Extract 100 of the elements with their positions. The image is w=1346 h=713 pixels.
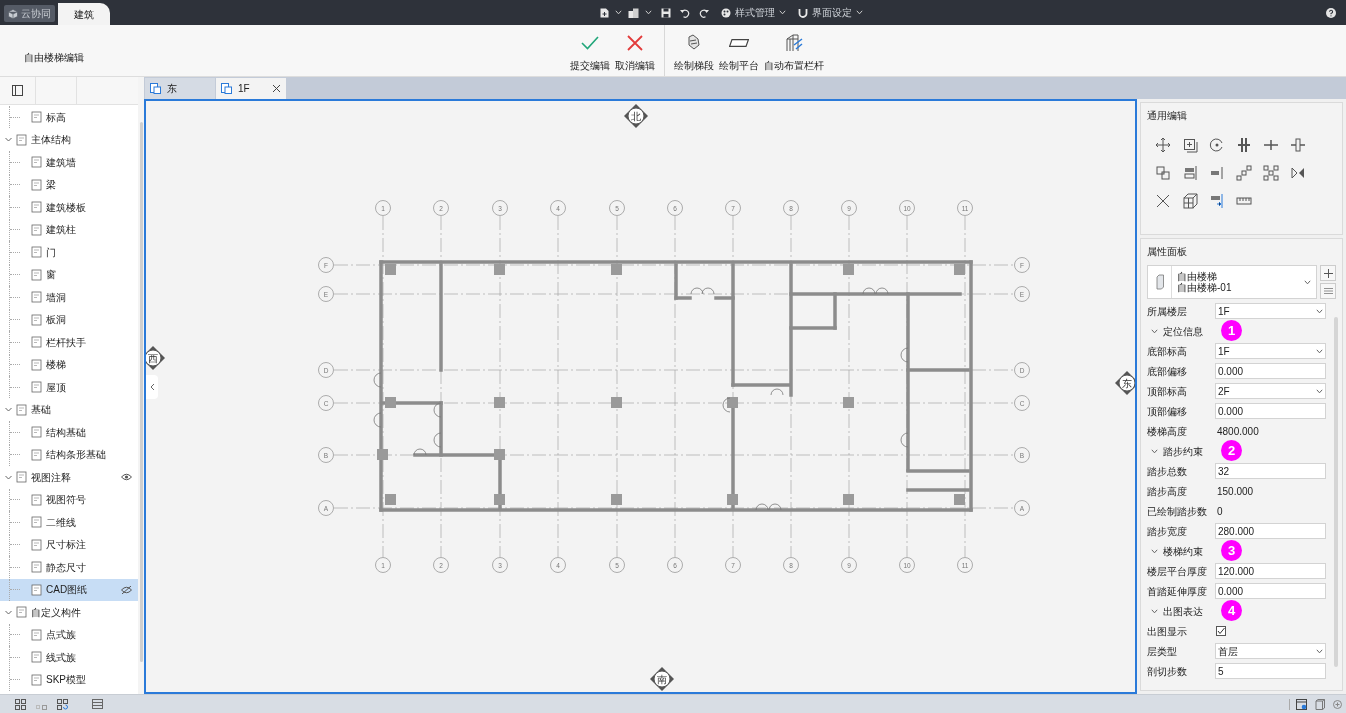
ribbon-button[interactable]: 取消编辑 xyxy=(614,29,656,73)
input-field[interactable]: 0.000 xyxy=(1215,403,1326,419)
tree-item[interactable]: 线式族 xyxy=(0,646,138,669)
section-header[interactable]: 出图表达 xyxy=(1147,603,1203,619)
number-badge: 1 xyxy=(1221,320,1242,341)
eye-icon[interactable] xyxy=(121,473,132,482)
view-direction-marker[interactable]: 北 xyxy=(624,104,648,128)
panel-toggle-icon[interactable] xyxy=(12,85,23,96)
close-icon[interactable] xyxy=(272,84,281,93)
rotate-icon[interactable] xyxy=(1209,137,1225,153)
table-icon[interactable] xyxy=(92,699,103,709)
buildings-icon[interactable] xyxy=(628,7,639,18)
grid-select-icon[interactable] xyxy=(15,698,26,710)
align-right-icon[interactable] xyxy=(1209,193,1225,209)
chevron-down-icon xyxy=(1151,448,1158,454)
top-tab[interactable]: 建筑 xyxy=(58,3,110,25)
tree-item[interactable]: 板洞 xyxy=(0,308,138,331)
edit-type-button[interactable] xyxy=(1320,283,1336,299)
tree-item[interactable]: 视图符号 xyxy=(0,488,138,511)
tree-item[interactable]: 尺寸标注 xyxy=(0,533,138,556)
eye-off-icon[interactable] xyxy=(121,585,132,594)
tree-item[interactable]: 栏杆扶手 xyxy=(0,331,138,354)
tree-item[interactable]: 标高 xyxy=(0,106,138,129)
tree-item[interactable]: 视图注释 xyxy=(0,466,138,489)
mirror-icon[interactable] xyxy=(1290,165,1306,181)
layer-icon xyxy=(31,381,42,394)
grid-refresh-icon[interactable] xyxy=(57,698,68,710)
view-direction-marker[interactable]: 西 xyxy=(146,346,165,370)
split-icon[interactable] xyxy=(1263,137,1279,153)
add-type-button[interactable] xyxy=(1320,265,1336,281)
array-icon[interactable] xyxy=(1236,165,1252,181)
section-header[interactable]: 定位信息 xyxy=(1147,323,1203,339)
tree-item[interactable]: 楼梯 xyxy=(0,353,138,376)
scrollbar[interactable] xyxy=(139,122,143,662)
grid-array-icon[interactable] xyxy=(1263,165,1279,181)
section-header[interactable]: 踏步约束 xyxy=(1147,443,1203,459)
input-field[interactable]: 280.000 xyxy=(1215,523,1326,539)
save-icon[interactable] xyxy=(661,7,671,18)
tree-item[interactable]: 基础 xyxy=(0,398,138,421)
cube-icon[interactable] xyxy=(1315,698,1325,710)
zoom-icon[interactable] xyxy=(1333,699,1342,709)
layer-icon xyxy=(31,246,42,259)
chevron-down-icon xyxy=(779,10,786,15)
align-icon[interactable] xyxy=(1182,165,1198,181)
redo-icon[interactable] xyxy=(699,7,709,18)
tree-item[interactable]: 结构基础 xyxy=(0,421,138,444)
layer-icon xyxy=(31,223,42,236)
wall-join-icon[interactable] xyxy=(1236,137,1252,153)
tree-item[interactable]: SKP模型 xyxy=(0,668,138,691)
tree-item[interactable]: 自定义构件 xyxy=(0,601,138,624)
tree-item[interactable]: 主体结构 xyxy=(0,128,138,151)
split-icon[interactable] xyxy=(1290,137,1306,153)
sliders-icon xyxy=(1323,287,1333,295)
tree-item[interactable]: 静态尺寸 xyxy=(0,556,138,579)
view-direction-marker[interactable]: 南 xyxy=(650,667,674,691)
tree-item[interactable]: 墙洞 xyxy=(0,286,138,309)
overlapping-squares-icon[interactable] xyxy=(1155,165,1171,181)
undo-icon[interactable] xyxy=(680,7,690,18)
type-selector[interactable]: 自由楼梯 自由楼梯-01 xyxy=(1147,265,1317,299)
property-label: 层类型 xyxy=(1147,644,1178,659)
tree-item[interactable]: 窗 xyxy=(0,263,138,286)
offset-icon[interactable] xyxy=(1209,165,1225,181)
checkbox[interactable] xyxy=(1216,626,1226,636)
tree-item[interactable]: 点式族 xyxy=(0,623,138,646)
top-tab[interactable]: 云协同 xyxy=(4,5,55,22)
tree-item[interactable]: 二维线 xyxy=(0,511,138,534)
delete-icon[interactable] xyxy=(1155,193,1171,209)
section-header[interactable]: 楼梯约束 xyxy=(1147,543,1203,559)
dropdown[interactable]: 1F xyxy=(1215,303,1326,319)
input-field[interactable]: 120.000 xyxy=(1215,563,1326,579)
tree-item[interactable]: 建筑楼板 xyxy=(0,196,138,219)
help-icon[interactable] xyxy=(1326,8,1336,18)
panel-title: 属性面板 xyxy=(1147,245,1188,259)
new-file-icon[interactable] xyxy=(600,7,609,18)
tree-item[interactable]: CAD图纸 xyxy=(0,578,138,601)
ribbon-button[interactable]: 提交编辑 xyxy=(569,29,611,73)
dropdown[interactable]: 1F xyxy=(1215,343,1326,359)
dropdown[interactable]: 2F xyxy=(1215,383,1326,399)
square-plus-icon[interactable] xyxy=(1182,137,1198,153)
tree-item[interactable]: 结构条形基础 xyxy=(0,443,138,466)
view-tab[interactable]: 1F xyxy=(216,78,286,99)
input-field[interactable]: 0.000 xyxy=(1215,363,1326,379)
tree-item[interactable]: 屋顶 xyxy=(0,376,138,399)
tree-item[interactable]: 梁 xyxy=(0,173,138,196)
view-settings-icon[interactable] xyxy=(1296,698,1307,710)
tree-item[interactable]: 建筑柱 xyxy=(0,218,138,241)
ribbon-button[interactable]: 绘制梯段 xyxy=(673,29,715,73)
cube-grid-icon[interactable] xyxy=(1182,193,1198,209)
input-field[interactable]: 32 xyxy=(1215,463,1326,479)
ribbon-button[interactable]: 绘制平台 xyxy=(718,29,760,73)
move-icon[interactable] xyxy=(1155,137,1171,153)
menu-button[interactable]: 样式管理 xyxy=(721,5,786,20)
dropdown[interactable]: 首层 xyxy=(1215,643,1326,659)
view-tab[interactable]: 东 xyxy=(145,78,215,99)
tree-item[interactable]: 建筑墙 xyxy=(0,151,138,174)
input-field[interactable]: 0.000 xyxy=(1215,583,1326,599)
input-field[interactable]: 5 xyxy=(1215,663,1326,679)
ribbon-button[interactable]: 自动布置栏杆 xyxy=(763,29,825,73)
menu-button[interactable]: 界面设定 xyxy=(798,5,863,20)
tree-item[interactable]: 门 xyxy=(0,241,138,264)
